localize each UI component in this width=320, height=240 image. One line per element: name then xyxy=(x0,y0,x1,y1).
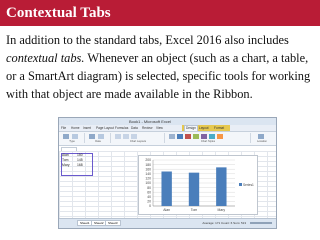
cell-label[interactable]: Mary xyxy=(62,163,77,168)
ribbon-group-label-type: Type xyxy=(69,140,75,143)
ribbon: Type Data Chart Layouts Chart Styles Loc… xyxy=(59,132,276,146)
excel-window-title-bar: Book1 - Microsoft Excel xyxy=(59,118,276,132)
excel-window-title: Book1 - Microsoft Excel xyxy=(129,119,172,124)
x-tick-label: Tom xyxy=(191,208,198,212)
y-tick-label: 40 xyxy=(147,195,151,199)
window-controls xyxy=(260,119,274,132)
slide-body-text: In addition to the standard tabs, Excel … xyxy=(6,31,316,103)
layout-3-icon[interactable] xyxy=(131,134,137,139)
y-tick-label: 200 xyxy=(145,158,151,162)
ribbon-group-label-chart-styles: Chart Styles xyxy=(200,140,216,143)
select-data-icon[interactable] xyxy=(98,134,104,139)
y-tick-label: 120 xyxy=(145,177,151,181)
ribbon-group-label-data: Data xyxy=(95,140,101,143)
y-tick-label: 60 xyxy=(147,190,151,194)
legend-swatch xyxy=(239,183,242,186)
change-chart-type-icon[interactable] xyxy=(63,134,69,139)
y-tick-label: 0 xyxy=(149,204,151,208)
style-6-icon[interactable] xyxy=(209,134,215,139)
ribbon-tabs: File Home Insert Page Layout Formulas Da… xyxy=(59,125,276,132)
slide-title-bar: Contextual Tabs xyxy=(0,0,320,26)
layout-2-icon[interactable] xyxy=(123,134,129,139)
sheet-tab-3[interactable]: Sheet3 xyxy=(105,220,121,226)
tab-page-layout[interactable]: Page Layout xyxy=(96,126,114,130)
tab-format[interactable]: Format xyxy=(214,126,224,130)
y-tick-label: 160 xyxy=(145,167,151,171)
tab-design[interactable]: Design xyxy=(184,125,198,131)
style-3-icon[interactable] xyxy=(185,134,191,139)
chart-canvas: 020406080100120140160180200 Alan Tom Mary Se… xyxy=(145,158,254,212)
tab-formulas[interactable]: Formulas xyxy=(115,126,128,130)
x-tick-label: Alan xyxy=(163,208,170,212)
tab-layout[interactable]: Layout xyxy=(199,126,209,130)
table-row[interactable]: Mary 168 xyxy=(62,163,92,168)
zoom-slider[interactable] xyxy=(250,222,272,224)
bar xyxy=(216,167,227,206)
style-1-icon[interactable] xyxy=(169,134,175,139)
y-tick-label: 180 xyxy=(145,163,151,167)
ribbon-group-location: Location xyxy=(252,133,272,143)
switch-row-column-icon[interactable] xyxy=(89,134,95,139)
embedded-chart[interactable]: 0 20 40 60 80 100 120 140 160 180 200 Alan Tom Mary Se… xyxy=(138,155,258,215)
tab-insert[interactable]: Insert xyxy=(83,126,91,130)
legend-label: Series1 xyxy=(243,183,254,187)
style-7-icon[interactable] xyxy=(217,134,223,139)
tab-home[interactable]: Home xyxy=(71,126,80,130)
bar xyxy=(188,172,200,206)
x-tick-label: Mary xyxy=(218,208,226,212)
body-text-part-1: In addition to the standard tabs, Excel … xyxy=(6,33,289,47)
slide-title: Contextual Tabs xyxy=(6,5,111,21)
cell-value[interactable]: 168 xyxy=(77,163,83,168)
ribbon-group-label-location: Location xyxy=(257,140,267,143)
bar xyxy=(161,171,172,206)
tab-view[interactable]: View xyxy=(156,126,163,130)
style-4-icon[interactable] xyxy=(193,134,199,139)
worksheet-data: Alan 150 Tom 145 Mary 168 xyxy=(62,153,92,168)
ribbon-group-data: Data xyxy=(86,133,111,143)
layout-1-icon[interactable] xyxy=(115,134,121,139)
excel-screenshot: Book1 - Microsoft Excel File Home Insert… xyxy=(58,117,277,229)
style-5-icon[interactable] xyxy=(201,134,207,139)
status-summary: Average: 171 Count: 6 Sum: 513 xyxy=(202,221,246,225)
body-text-emphasis: contextual tabs. xyxy=(6,51,85,65)
y-tick-label: 100 xyxy=(145,181,151,185)
y-tick-label: 140 xyxy=(145,172,151,176)
ribbon-group-chart-styles: Chart Styles xyxy=(166,133,251,143)
ribbon-group-chart-layouts: Chart Layouts xyxy=(112,133,165,143)
ribbon-group-type: Type xyxy=(60,133,85,143)
y-tick-label: 80 xyxy=(147,186,151,190)
ribbon-group-label-chart-layouts: Chart Layouts xyxy=(129,140,147,143)
status-bar: Sheet1 Sheet2 Sheet3 Average: 171 Count:… xyxy=(59,218,276,228)
style-2-icon[interactable] xyxy=(177,134,183,139)
tab-review[interactable]: Review xyxy=(142,126,152,130)
tab-data[interactable]: Data xyxy=(131,126,138,130)
save-template-icon[interactable] xyxy=(72,134,78,139)
y-tick-label: 20 xyxy=(147,200,151,204)
move-chart-icon[interactable] xyxy=(258,134,264,139)
tab-file[interactable]: File xyxy=(61,126,66,130)
